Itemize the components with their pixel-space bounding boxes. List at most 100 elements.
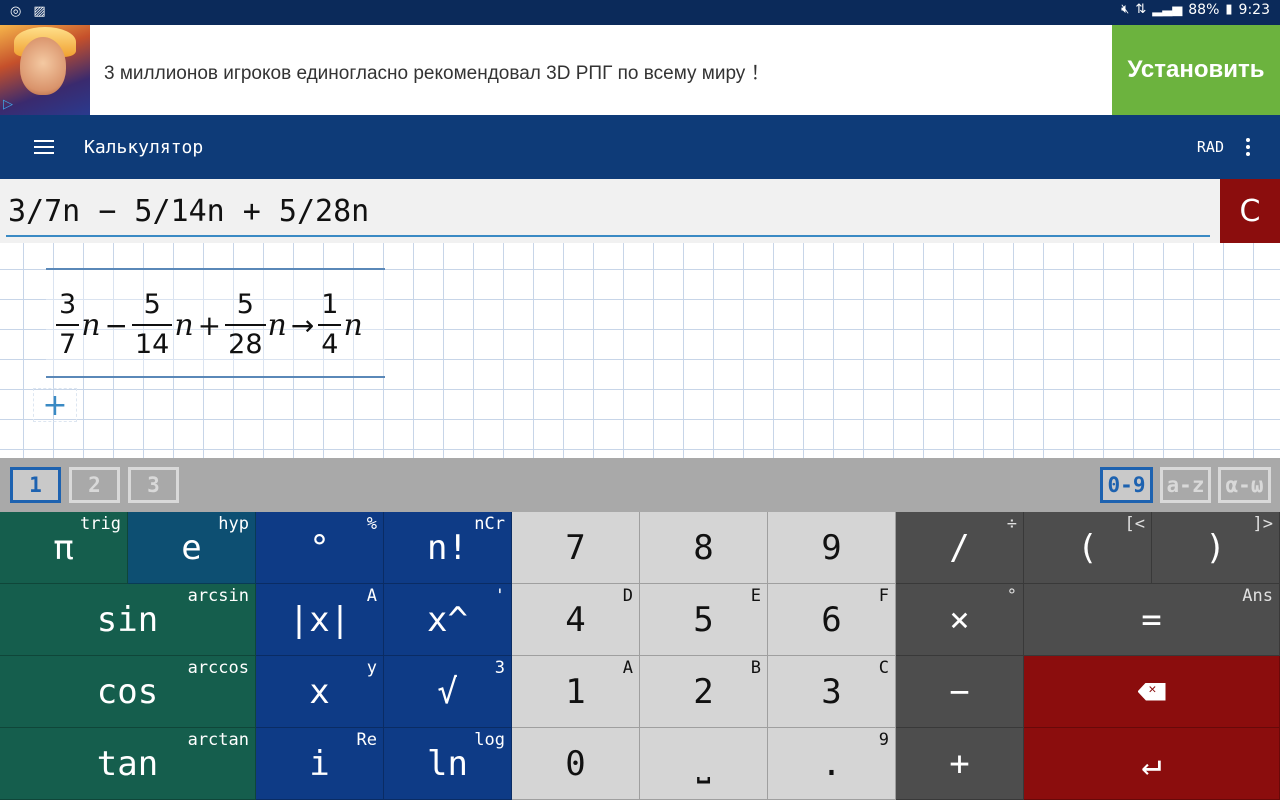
digit-3-key[interactable]: 3 C: [768, 656, 896, 728]
variable: n: [267, 307, 287, 343]
signal-icon: ▂▃▅: [1152, 2, 1183, 17]
digit-7-label: 7: [565, 527, 586, 568]
digit-2-key[interactable]: 2 B: [640, 656, 768, 728]
digit-4-label: 4: [565, 599, 586, 640]
ln-key[interactable]: ln log: [384, 728, 512, 800]
divide-key-label: /: [949, 527, 970, 568]
numerator: 3: [59, 289, 77, 320]
result-arrow: →: [290, 308, 315, 342]
digit-9-label: 9: [821, 527, 842, 568]
digit-5-key[interactable]: 5 E: [640, 584, 768, 656]
e-key[interactable]: e hyp: [128, 512, 256, 584]
tab-page-1[interactable]: 1: [10, 467, 61, 503]
tab-page-3[interactable]: 3: [128, 467, 179, 503]
minus-key[interactable]: −: [896, 656, 1024, 728]
digit-8-label: 8: [693, 527, 714, 568]
power-key-label: x^: [427, 599, 468, 640]
e-key-label: e: [181, 527, 202, 568]
tan-key-label: tan: [96, 743, 159, 784]
fraction: 3 7: [56, 289, 80, 361]
imaginary-key[interactable]: i Re: [256, 728, 384, 800]
result-box[interactable]: 3 7 n − 5 14 n + 5 28 n → 1 4 n: [46, 268, 385, 378]
play-store-icon: ▷: [3, 97, 13, 112]
tab-page-2[interactable]: 2: [69, 467, 120, 503]
ad-banner[interactable]: ▷ 3 миллионов игроков единогласно рекоме…: [0, 25, 1280, 115]
digit-7-key[interactable]: 7: [512, 512, 640, 584]
sqrt-key-sub: 3: [494, 658, 505, 678]
battery-text: 88%: [1188, 2, 1220, 18]
degree-key[interactable]: ° %: [256, 512, 384, 584]
mute-icon: 🔇︎: [1121, 2, 1130, 17]
power-key[interactable]: x^ ': [384, 584, 512, 656]
enter-key[interactable]: ↵: [1024, 728, 1280, 800]
angle-mode-toggle[interactable]: RAD: [1197, 138, 1224, 156]
fraction-bar: [318, 324, 342, 326]
keyboard-tab-row: 1 2 3 0-9 a-z α-ω: [0, 458, 1280, 512]
digit-8-key[interactable]: 8: [640, 512, 768, 584]
variable: n: [81, 307, 101, 343]
ad-image[interactable]: ▷: [0, 25, 90, 115]
tab-mode-latin[interactable]: a-z: [1160, 467, 1211, 503]
install-button[interactable]: Установить: [1112, 25, 1280, 115]
app-title: Калькулятор: [84, 137, 204, 158]
keypad: π trig e hyp ° % n! nCr 7 8 9 / ÷ ( [< )…: [0, 512, 1280, 800]
equals-key[interactable]: = Ans: [1024, 584, 1280, 656]
fraction-bar: [131, 324, 173, 326]
menu-icon[interactable]: [34, 140, 54, 156]
digit-4-key[interactable]: 4 D: [512, 584, 640, 656]
add-row-button[interactable]: +: [33, 388, 77, 423]
abs-key-sub: A: [366, 586, 377, 606]
digit-1-key[interactable]: 1 A: [512, 656, 640, 728]
numerator: 1: [321, 289, 339, 320]
abs-key[interactable]: |x| A: [256, 584, 384, 656]
tab-mode-digits[interactable]: 0-9: [1100, 467, 1153, 503]
sin-key-sub: arcsin: [187, 586, 249, 606]
status-right-icons: 🔇︎ ⇅ ▂▃▅ 88% ▮ 9:23: [1121, 2, 1270, 18]
factorial-key[interactable]: n! nCr: [384, 512, 512, 584]
x-variable-sub: y: [366, 658, 377, 678]
digit-4-sub: D: [622, 586, 633, 606]
sin-key[interactable]: sin arcsin: [0, 584, 256, 656]
clear-button[interactable]: C: [1220, 179, 1280, 243]
decimal-point-key[interactable]: . 9: [768, 728, 896, 800]
sqrt-key-label: √: [437, 671, 458, 712]
more-options-icon[interactable]: [1246, 138, 1252, 156]
fraction: 1 4: [318, 289, 342, 361]
digit-0-key[interactable]: 0: [512, 728, 640, 800]
digit-6-sub: F: [878, 586, 889, 606]
multiply-key[interactable]: × °: [896, 584, 1024, 656]
digit-9-key[interactable]: 9: [768, 512, 896, 584]
digit-2-sub: B: [750, 658, 761, 678]
backspace-icon: [1137, 682, 1166, 701]
backspace-key[interactable]: [1024, 656, 1280, 728]
ad-text[interactable]: 3 миллионов игроков единогласно рекоменд…: [104, 58, 770, 85]
right-paren-key[interactable]: ) ]>: [1152, 512, 1280, 584]
enter-icon: ↵: [1141, 743, 1162, 784]
battery-icon: ▮: [1225, 2, 1233, 17]
digit-0-label: 0: [565, 743, 586, 784]
space-key[interactable]: ⎵: [640, 728, 768, 800]
ln-key-sub: log: [474, 730, 505, 750]
digit-3-label: 3: [821, 671, 842, 712]
tan-key[interactable]: tan arctan: [0, 728, 256, 800]
divide-key[interactable]: / ÷: [896, 512, 1024, 584]
imaginary-key-sub: Re: [356, 730, 377, 750]
space-key-label: ⎵: [696, 743, 711, 784]
pi-key[interactable]: π trig: [0, 512, 128, 584]
sqrt-key[interactable]: √ 3: [384, 656, 512, 728]
cos-key[interactable]: cos arccos: [0, 656, 256, 728]
digit-6-label: 6: [821, 599, 842, 640]
tab-mode-greek[interactable]: α-ω: [1218, 467, 1271, 503]
pi-key-sub: trig: [80, 514, 121, 534]
denominator: 28: [228, 329, 263, 360]
x-variable-key[interactable]: x y: [256, 656, 384, 728]
digit-6-key[interactable]: 6 F: [768, 584, 896, 656]
digit-1-sub: A: [622, 658, 633, 678]
expression-input[interactable]: 3/7n − 5/14n + 5/28n: [6, 189, 1210, 237]
left-paren-key[interactable]: ( [<: [1024, 512, 1152, 584]
clock: 9:23: [1238, 2, 1270, 18]
power-key-sub: ': [494, 586, 505, 606]
digit-1-label: 1: [565, 671, 586, 712]
plus-key[interactable]: +: [896, 728, 1024, 800]
worksheet: 3 7 n − 5 14 n + 5 28 n → 1 4 n +: [0, 243, 1280, 458]
